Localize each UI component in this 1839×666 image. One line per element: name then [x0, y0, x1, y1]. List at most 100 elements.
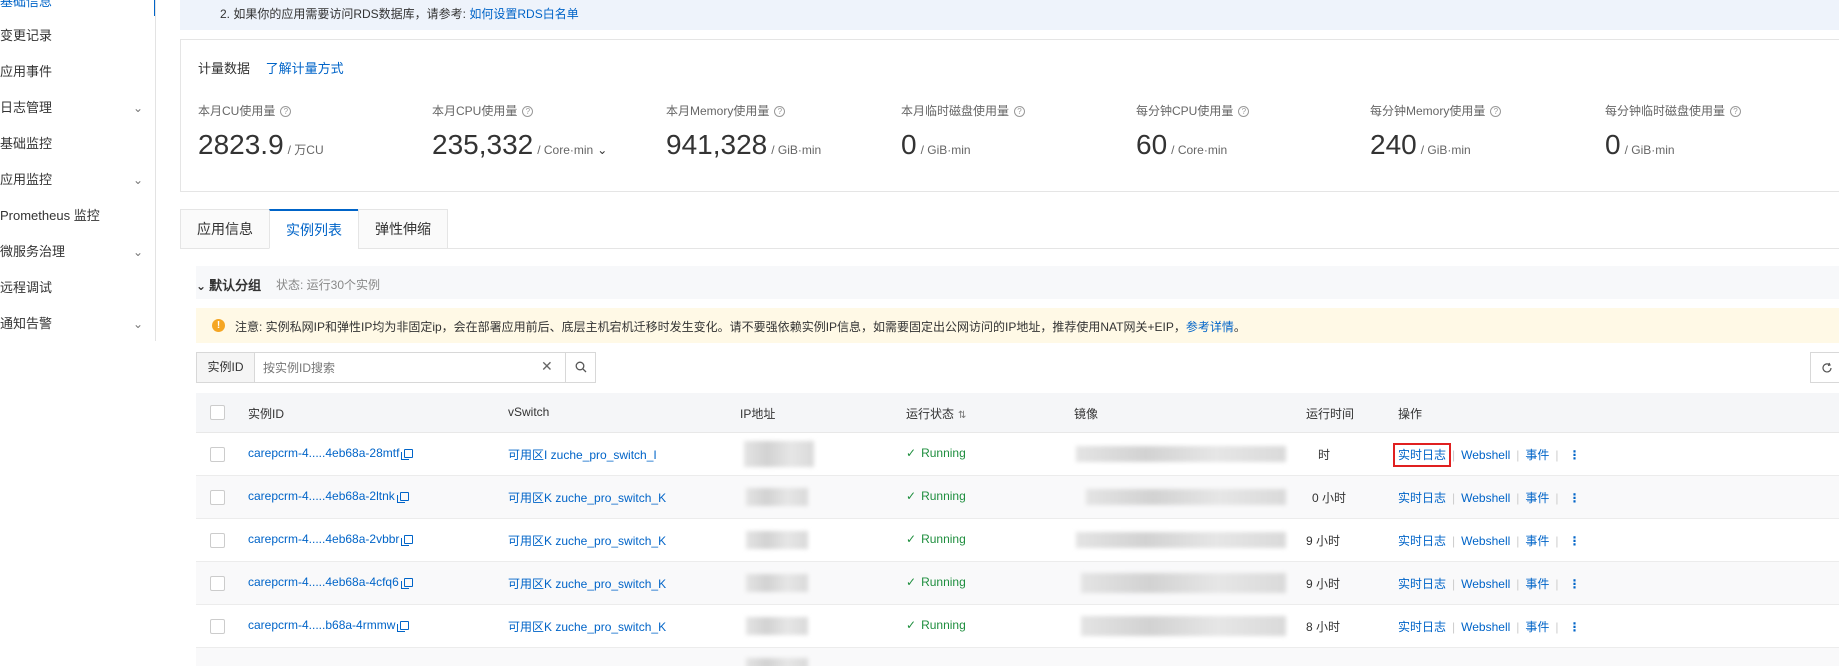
vswitch-link[interactable]: 可用区K zuche_pro_switch_K: [508, 532, 666, 549]
search-input[interactable]: [263, 357, 533, 378]
copy-icon[interactable]: [397, 621, 410, 632]
realtime-log-link[interactable]: 实时日志: [1392, 443, 1452, 467]
instance-id-link[interactable]: carepcrm-4.....b68a-4rmmw: [248, 618, 410, 632]
vswitch-link[interactable]: 可用区K zuche_pro_switch_K: [508, 575, 666, 592]
help-icon[interactable]: ?: [522, 106, 534, 117]
row-checkbox[interactable]: [210, 576, 225, 591]
more-icon[interactable]: ⋮: [1569, 577, 1581, 591]
more-icon[interactable]: ⋮: [1569, 534, 1581, 548]
instance-id-link[interactable]: carepcrm-4.....4eb68a-4cfq6: [248, 575, 413, 589]
sidebar-item-label: 日志管理: [0, 100, 53, 115]
sidebar-item-log-management[interactable]: 日志管理 ⌄: [0, 90, 155, 126]
search-icon: [575, 361, 587, 373]
webshell-link[interactable]: Webshell: [1461, 491, 1510, 505]
col-ip: IP地址: [740, 407, 776, 421]
warning-details-link[interactable]: 参考详情: [1186, 320, 1234, 334]
help-icon[interactable]: ?: [1490, 106, 1502, 117]
sidebar-item-prometheus[interactable]: Prometheus 监控: [0, 198, 155, 234]
select-all-checkbox[interactable]: [210, 405, 225, 420]
chevron-down-icon[interactable]: ⌄: [597, 143, 607, 157]
metering-help-link[interactable]: 了解计量方式: [266, 61, 344, 76]
ip-redacted: [746, 488, 808, 506]
copy-icon[interactable]: [396, 492, 409, 503]
row-checkbox[interactable]: [210, 490, 225, 505]
more-icon[interactable]: ⋮: [1569, 620, 1581, 634]
sidebar-item-basic-monitoring[interactable]: 基础监控: [0, 126, 155, 162]
copy-icon[interactable]: [401, 535, 414, 546]
rds-whitelist-link[interactable]: 如何设置RDS白名单: [469, 7, 578, 21]
webshell-link[interactable]: Webshell: [1461, 448, 1510, 462]
instance-id-link[interactable]: carepcrm-4.....4eb68a-2ltnk: [248, 489, 409, 503]
row-checkbox[interactable]: [210, 619, 225, 634]
webshell-link[interactable]: Webshell: [1461, 577, 1510, 591]
row-actions: 实时日志 | Webshell | 事件 | ⋮: [1398, 534, 1581, 548]
row-actions: 实时日志 | Webshell | 事件 | ⋮: [1392, 443, 1581, 467]
events-link[interactable]: 事件: [1525, 577, 1549, 591]
realtime-log-link[interactable]: 实时日志: [1398, 491, 1446, 505]
chevron-down-icon: ⌄: [132, 101, 143, 115]
help-icon[interactable]: ?: [1014, 106, 1026, 117]
col-status[interactable]: 运行状态 ⇅: [906, 405, 966, 422]
realtime-log-link[interactable]: 实时日志: [1398, 620, 1446, 634]
instance-id-link[interactable]: carepcrm-4.....4eb68a-28mtf: [248, 446, 414, 460]
metric-label: 每分钟临时磁盘使用量: [1605, 104, 1726, 118]
metric-unit: / 万CU: [287, 143, 324, 157]
events-link[interactable]: 事件: [1525, 491, 1549, 505]
vswitch-link[interactable]: 可用区K zuche_pro_switch_K: [508, 489, 666, 506]
events-link[interactable]: 事件: [1525, 448, 1549, 462]
refresh-button[interactable]: [1810, 352, 1839, 383]
group-status: 状态: 运行30个实例: [276, 278, 381, 292]
status-badge: ✓ Running: [906, 618, 966, 632]
status-badge: ✓ Running: [906, 489, 966, 503]
more-icon[interactable]: ⋮: [1569, 491, 1581, 505]
sidebar-item-change-records[interactable]: 变更记录: [0, 18, 155, 54]
sidebar-item-app-monitoring[interactable]: 应用监控 ⌄: [0, 162, 155, 198]
vswitch-link[interactable]: 可用区K zuche_pro_switch_K: [508, 618, 666, 635]
vswitch-link[interactable]: 可用区I zuche_pro_switch_I: [508, 446, 657, 463]
tab-instance-list[interactable]: 实例列表: [269, 209, 359, 249]
help-icon[interactable]: ?: [774, 106, 786, 117]
instance-id-link[interactable]: carepcrm-4.....4eb68a-2vbbr: [248, 532, 414, 546]
sort-icon[interactable]: ⇅: [958, 410, 966, 421]
check-icon: ✓: [906, 575, 917, 589]
sidebar: 基础信息 变更记录 应用事件 日志管理 ⌄ 基础监控 应用监控 ⌄ Promet…: [0, 0, 156, 341]
row-actions: 实时日志 | Webshell | 事件 | ⋮: [1398, 491, 1581, 505]
help-icon[interactable]: ?: [280, 106, 292, 117]
copy-icon[interactable]: [400, 578, 413, 589]
sidebar-item-label: 基础信息: [0, 0, 53, 9]
instance-table: 实例ID vSwitch IP地址 运行状态 ⇅ 镜像 运行时间 操作 carep…: [196, 393, 1839, 666]
webshell-link[interactable]: Webshell: [1461, 534, 1510, 548]
more-icon[interactable]: ⋮: [1569, 448, 1581, 462]
group-toggle[interactable]: ⌄ 默认分组: [196, 275, 261, 294]
sidebar-item-basic-info[interactable]: 基础信息: [0, 0, 155, 18]
group-header[interactable]: ⌄ 默认分组 状态: 运行30个实例: [196, 266, 1839, 299]
sidebar-item-microservice[interactable]: 微服务治理 ⌄: [0, 234, 155, 270]
sidebar-item-alerts[interactable]: 通知告警 ⌄: [0, 306, 155, 342]
help-icon[interactable]: ?: [1238, 106, 1250, 117]
webshell-link[interactable]: Webshell: [1461, 620, 1510, 634]
metric-value: 941,328: [666, 129, 768, 160]
sidebar-item-remote-debug[interactable]: 远程调试: [0, 270, 155, 306]
check-icon: ✓: [906, 618, 917, 632]
search-button[interactable]: [565, 353, 595, 382]
copy-icon[interactable]: [401, 449, 414, 460]
ip-redacted: [746, 658, 808, 666]
col-vswitch: vSwitch: [508, 405, 550, 419]
realtime-log-link[interactable]: 实时日志: [1398, 534, 1446, 548]
table-row: carepcrm-4.....4eb68a-2ltnk 可用区K zuche_p…: [196, 476, 1839, 519]
events-link[interactable]: 事件: [1525, 620, 1549, 634]
sidebar-item-label: 应用监控: [0, 172, 53, 187]
search-type-select[interactable]: 实例ID: [197, 353, 255, 382]
row-checkbox[interactable]: [210, 447, 225, 462]
tab-app-info[interactable]: 应用信息: [180, 209, 270, 249]
col-status-label: 运行状态: [906, 407, 955, 421]
notice-line: 2. 如果你的应用需要访问RDS数据库，请参考: 如何设置RDS白名单: [220, 5, 579, 22]
realtime-log-link[interactable]: 实时日志: [1398, 577, 1446, 591]
row-checkbox[interactable]: [210, 533, 225, 548]
help-icon[interactable]: ?: [1730, 106, 1742, 117]
clear-icon[interactable]: ✕: [541, 358, 553, 375]
events-link[interactable]: 事件: [1525, 534, 1549, 548]
sidebar-item-app-events[interactable]: 应用事件: [0, 54, 155, 90]
tab-autoscaling[interactable]: 弹性伸缩: [358, 209, 448, 249]
instance-id: carepcrm-4.....4eb68a-2ltnk: [248, 489, 395, 503]
